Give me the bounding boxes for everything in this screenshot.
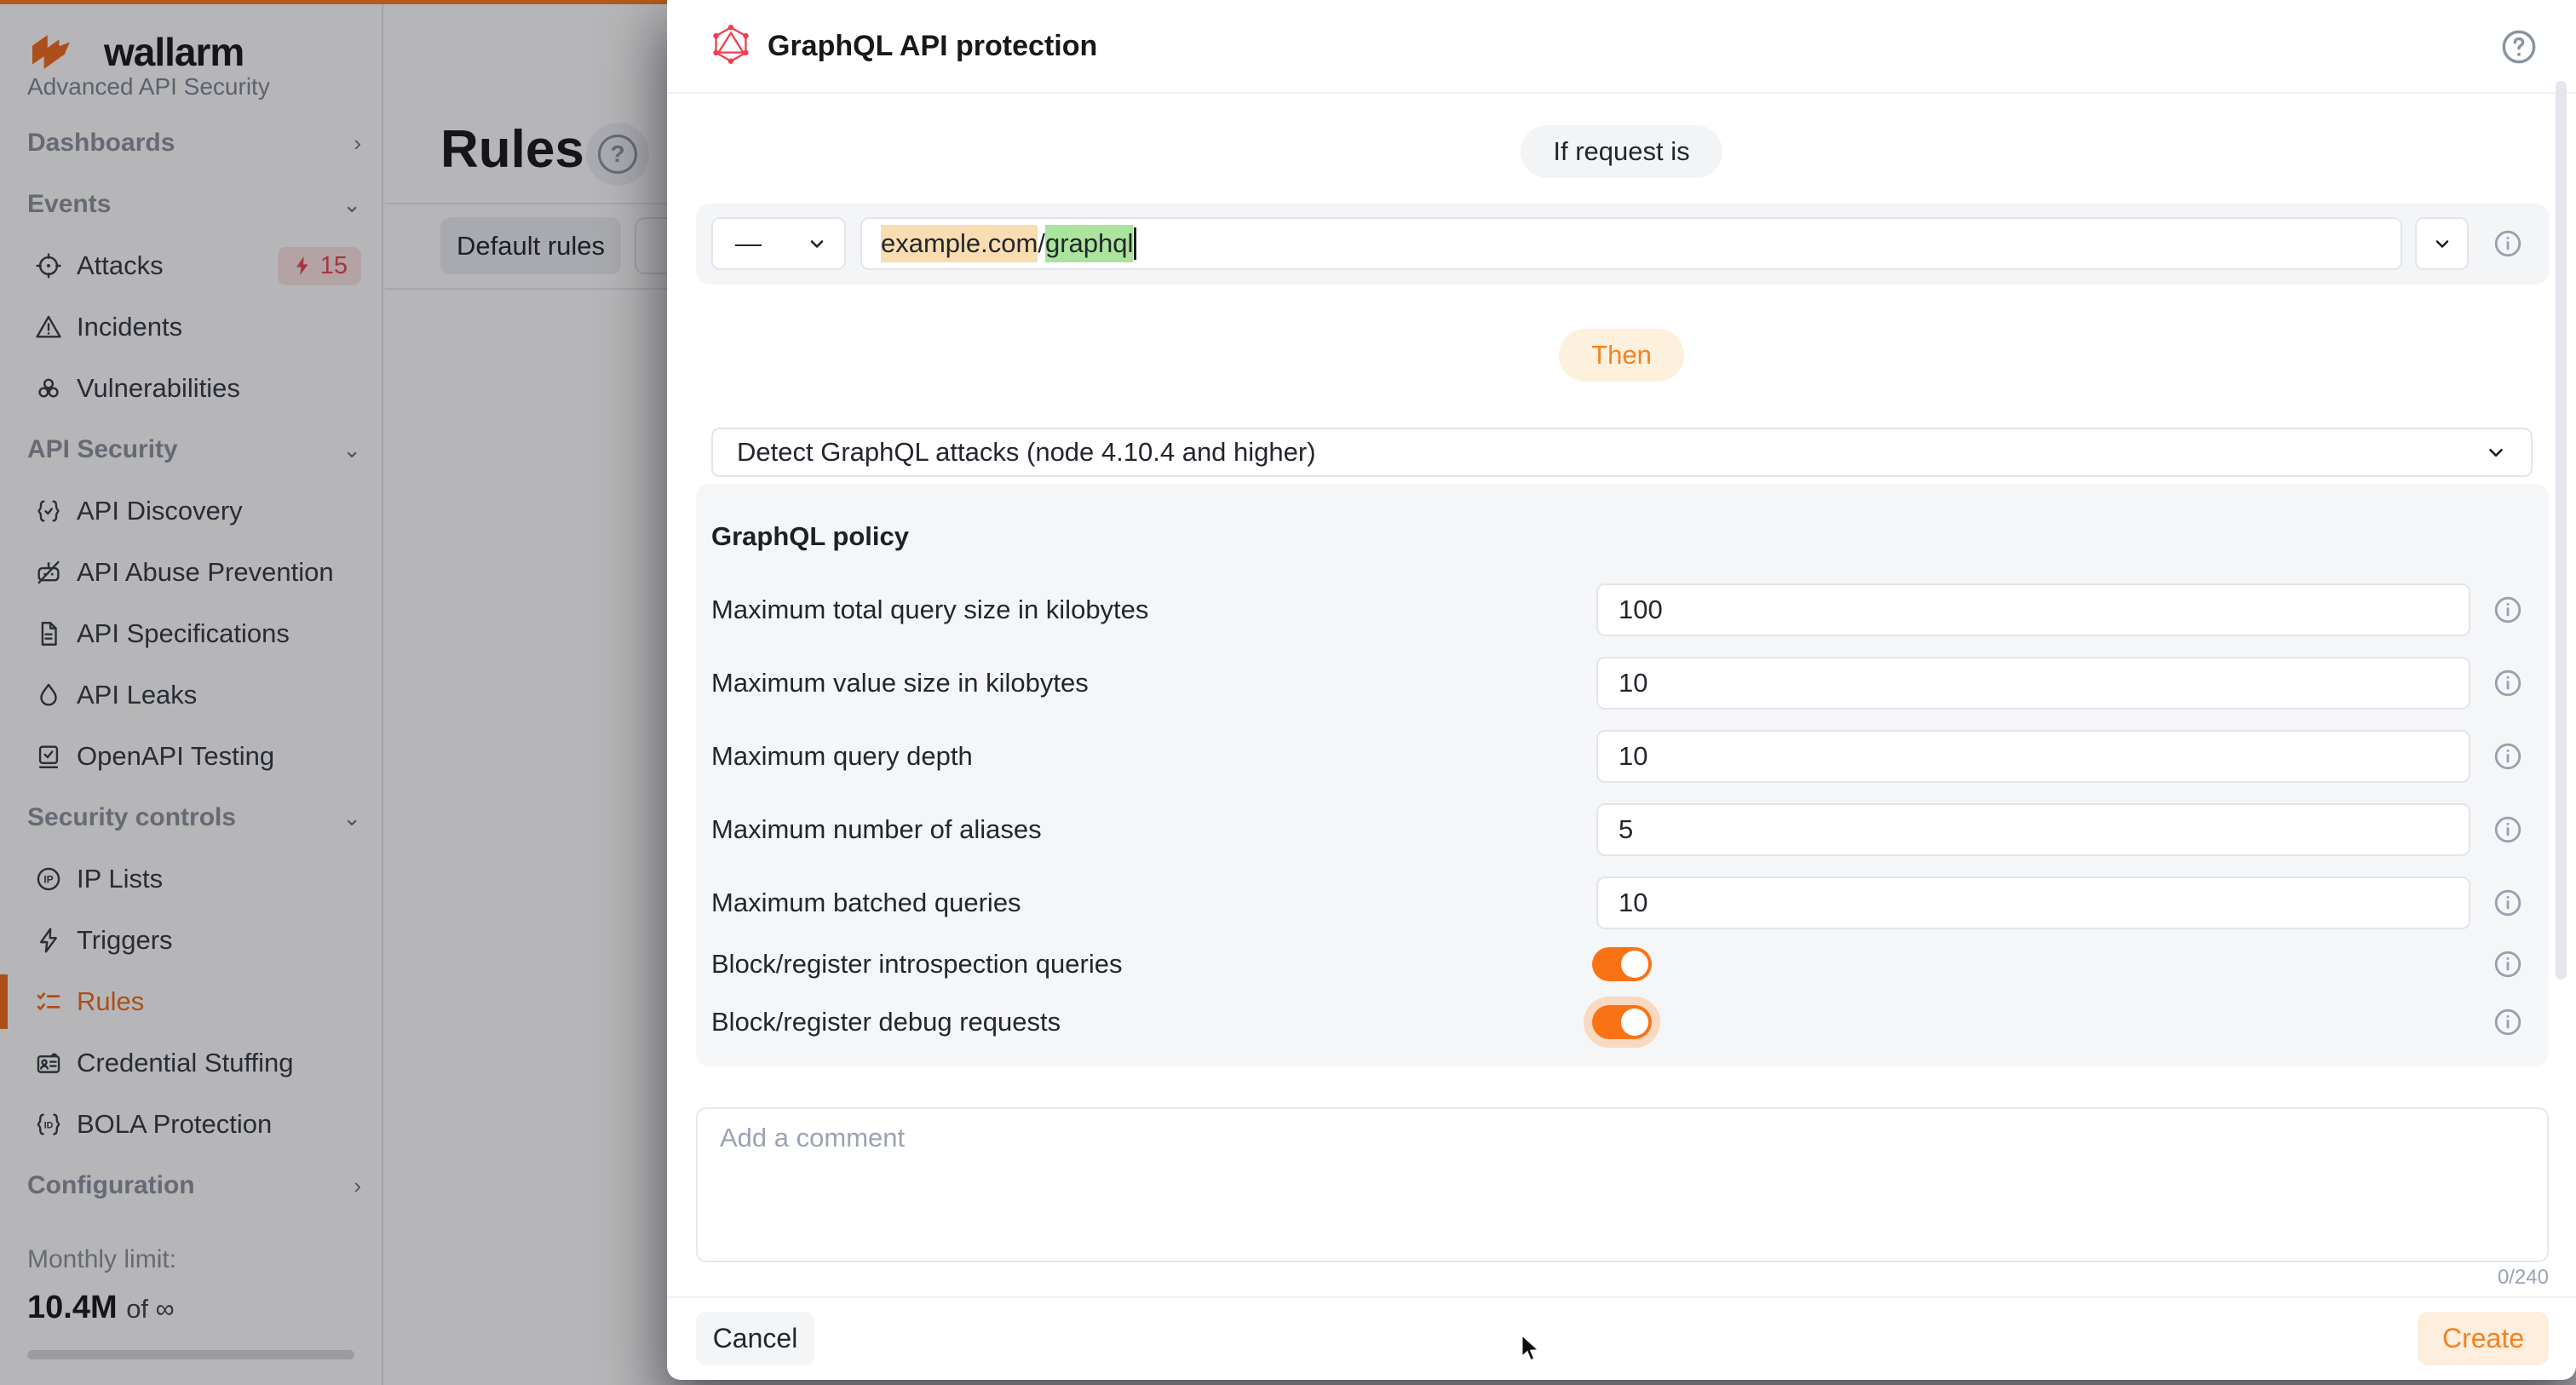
policy-row-query-depth: Maximum query depth 10: [711, 730, 2533, 783]
batched-queries-input[interactable]: 10: [1596, 876, 2470, 929]
divider: [667, 1296, 2576, 1298]
info-icon[interactable]: [2493, 888, 2523, 922]
debug-requests-toggle[interactable]: [1592, 1005, 1652, 1039]
policy-row-value-size: Maximum value size in kilobytes 10: [711, 657, 2533, 710]
uri-path-token: graphql: [1045, 225, 1133, 262]
info-icon[interactable]: [2493, 814, 2523, 849]
chevron-down-icon: [2485, 441, 2507, 463]
uri-host-token: example.com: [881, 225, 1038, 262]
graphql-rule-modal: GraphQL API protection If request is — e…: [667, 0, 2576, 1380]
condition-info-icon[interactable]: [2493, 228, 2523, 263]
value-size-input[interactable]: 10: [1596, 657, 2470, 710]
char-counter: 0/240: [2498, 1266, 2549, 1290]
query-depth-input[interactable]: 10: [1596, 730, 2470, 783]
text-caret: [1134, 227, 1136, 260]
condition-operator-select[interactable]: —: [711, 217, 846, 270]
info-icon[interactable]: [2493, 668, 2523, 703]
then-pill: Then: [1559, 329, 1684, 382]
info-icon[interactable]: [2493, 949, 2523, 984]
cancel-button[interactable]: Cancel: [696, 1312, 814, 1365]
create-button[interactable]: Create: [2418, 1312, 2549, 1365]
policy-row-batched-queries: Maximum batched queries 10: [711, 876, 2533, 929]
aliases-input[interactable]: 5: [1596, 803, 2470, 856]
comment-placeholder: Add a comment: [720, 1123, 905, 1152]
modal-title: GraphQL API protection: [768, 30, 1097, 63]
graphql-policy-panel: GraphQL policy Maximum total query size …: [696, 484, 2549, 1066]
info-icon[interactable]: [2493, 595, 2523, 629]
info-icon[interactable]: [2493, 1007, 2523, 1042]
action-select[interactable]: Detect GraphQL attacks (node 4.10.4 and …: [711, 428, 2533, 477]
comment-textarea[interactable]: Add a comment: [696, 1107, 2549, 1262]
condition-row: — example.com/graphql: [696, 204, 2549, 284]
modal-help-button[interactable]: [2499, 27, 2539, 71]
policy-row-aliases: Maximum number of aliases 5: [711, 803, 2533, 856]
condition-expand-button[interactable]: [2415, 217, 2469, 270]
if-pill-row: If request is: [667, 125, 2576, 178]
uri-separator: /: [1038, 228, 1045, 259]
introspection-toggle[interactable]: [1592, 947, 1652, 981]
chevron-down-icon: [2432, 233, 2452, 254]
info-icon[interactable]: [2493, 741, 2523, 776]
uri-input[interactable]: example.com/graphql: [860, 217, 2402, 270]
policy-row-introspection: Block/register introspection queries: [711, 940, 2533, 988]
policy-row-total-query-size: Maximum total query size in kilobytes 10…: [711, 583, 2533, 636]
graphql-logo-icon: [711, 25, 750, 68]
if-request-pill: If request is: [1521, 125, 1722, 178]
screen: wallarm Advanced API Security Dashboards…: [0, 0, 2576, 1385]
policy-row-debug-requests: Block/register debug requests: [711, 998, 2533, 1046]
modal-header: GraphQL API protection: [667, 0, 2576, 94]
chevron-down-icon: [807, 233, 827, 254]
policy-heading: GraphQL policy: [711, 521, 909, 552]
total-query-size-input[interactable]: 100: [1596, 583, 2470, 636]
then-pill-row: Then: [667, 329, 2576, 382]
modal-scrollbar-thumb[interactable]: [2556, 81, 2567, 980]
mouse-cursor: [1521, 1334, 1541, 1367]
